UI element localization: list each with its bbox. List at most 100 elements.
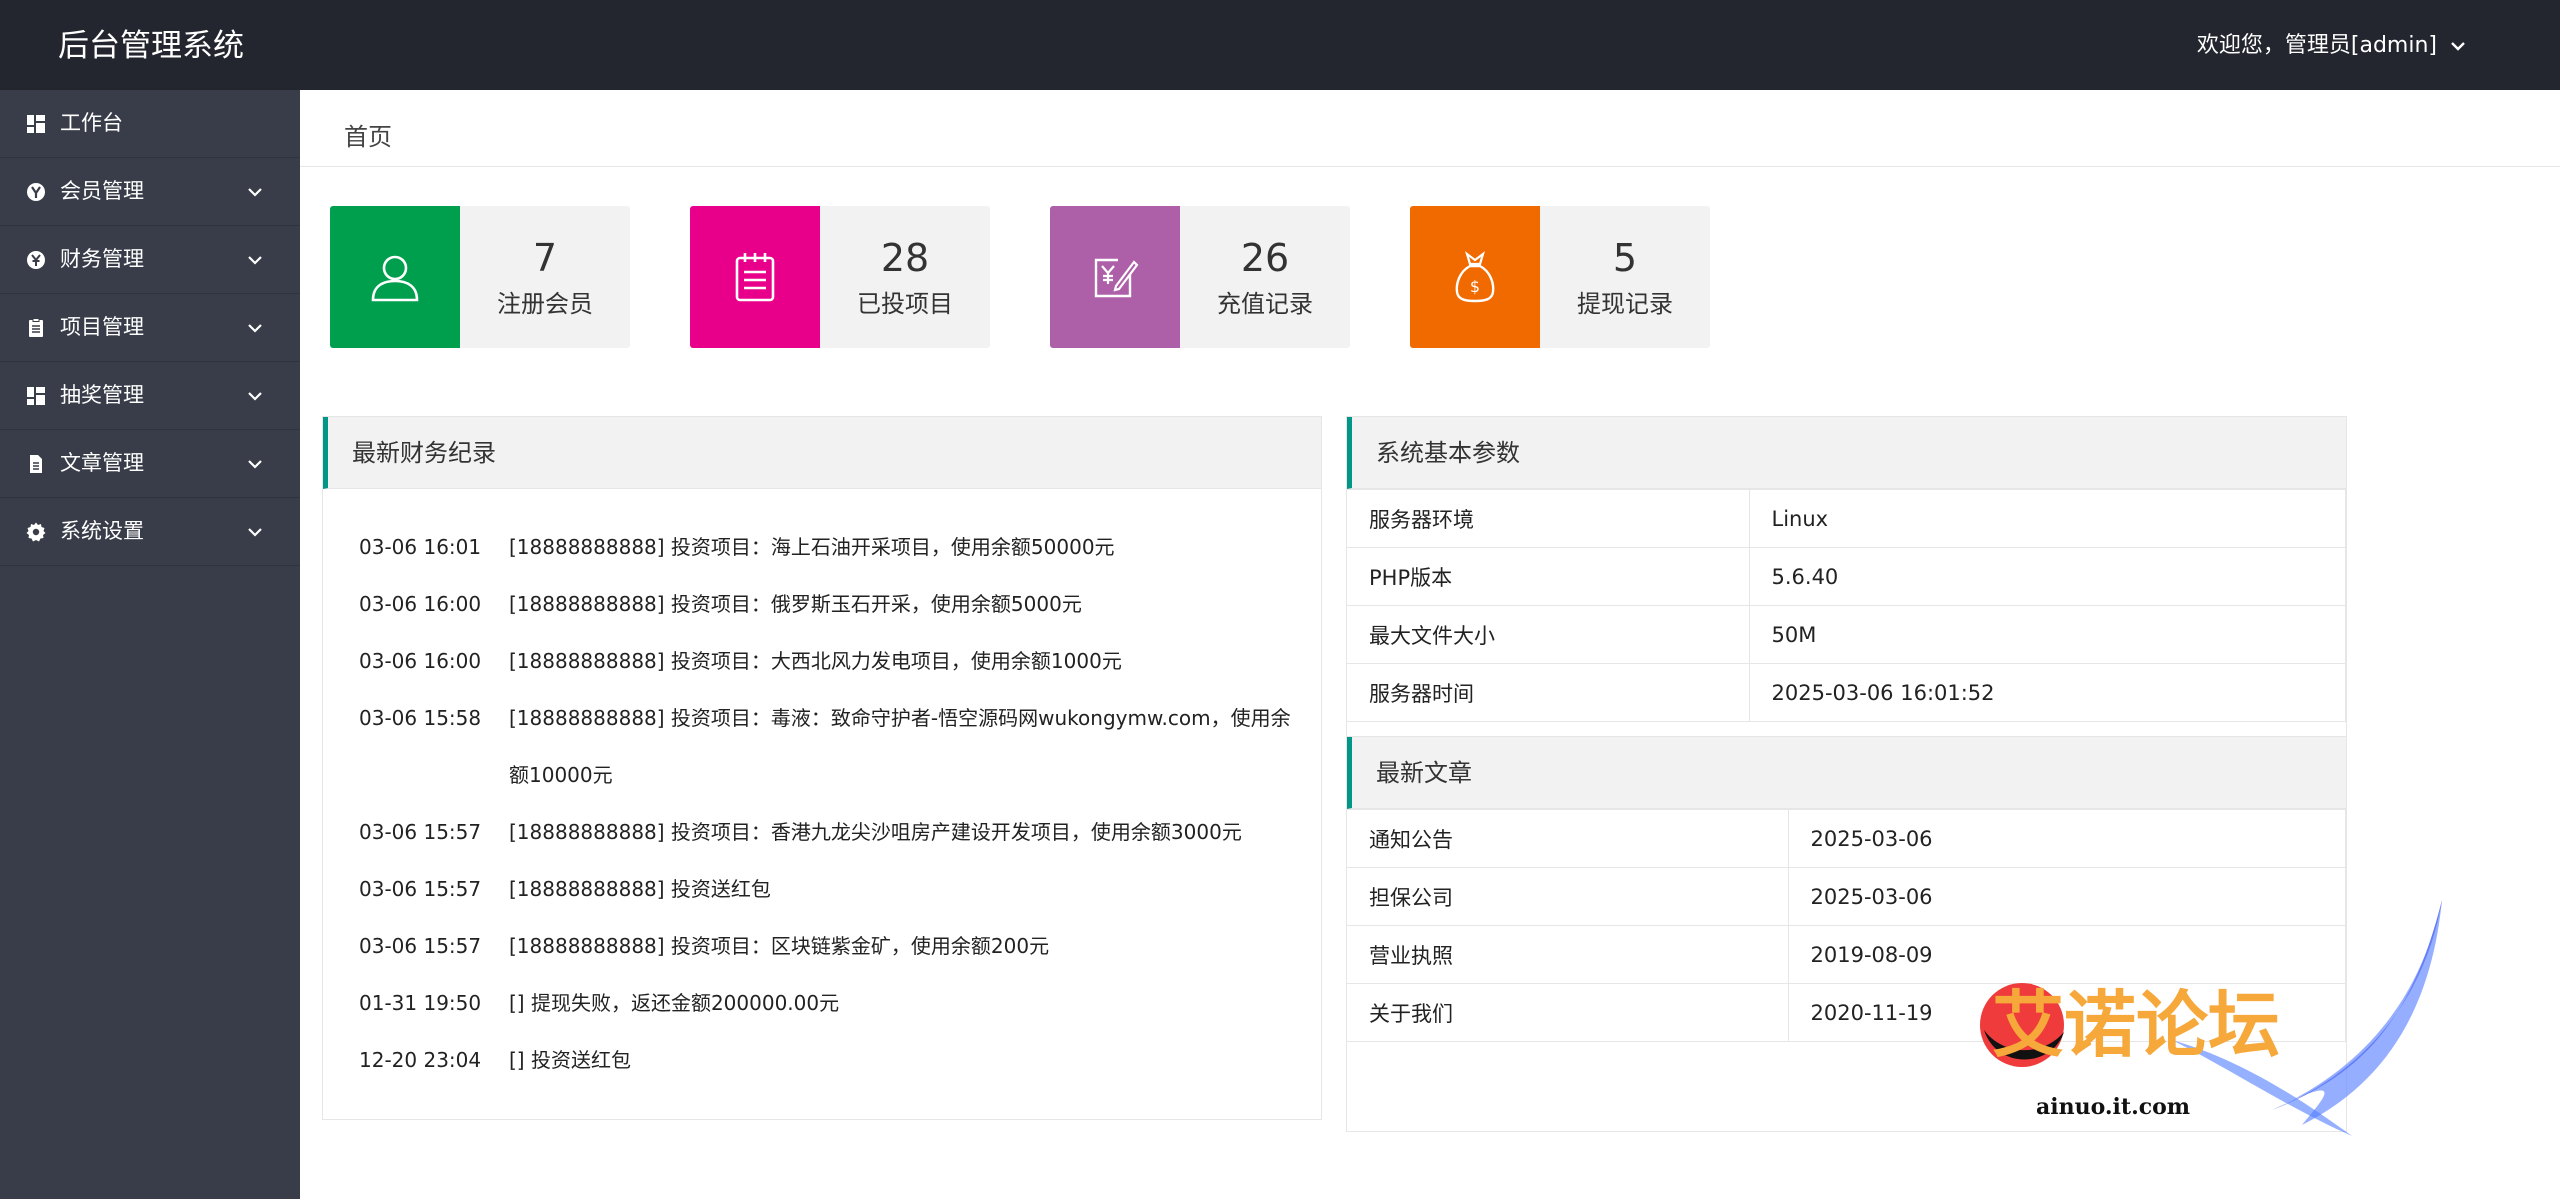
param-key: 服务器时间 bbox=[1347, 663, 1750, 722]
log-text: [] 提现失败，返还金额200000.00元 bbox=[509, 991, 840, 1015]
stat-value: 28 bbox=[880, 236, 930, 280]
panel-title: 最新财务纪录 bbox=[323, 417, 1321, 489]
table-row: PHP版本 5.6.40 bbox=[1347, 547, 2346, 606]
log-text: [] 投资送红包 bbox=[509, 1048, 631, 1072]
log-text: [18888888888] 投资项目：大西北风力发电项目，使用余额1000元 bbox=[509, 649, 1122, 673]
stat-label: 充值记录 bbox=[1217, 290, 1313, 318]
sidebar-item-workbench[interactable]: 工作台 bbox=[0, 90, 300, 158]
table-row: 最大文件大小 50M bbox=[1347, 605, 2346, 664]
stat-label: 已投项目 bbox=[857, 290, 953, 318]
clipboard-icon bbox=[29, 318, 43, 337]
sidebar-item-members[interactable]: 会员管理 bbox=[0, 158, 300, 226]
log-time: 03-06 15:57 bbox=[359, 934, 482, 958]
chevron-down-icon bbox=[248, 392, 262, 401]
watermark-text: 艾诺论坛 bbox=[1992, 982, 2280, 1067]
user-menu[interactable]: 欢迎您，管理员[admin] bbox=[2197, 0, 2466, 90]
stat-value: 26 bbox=[1240, 236, 1290, 280]
notepad-icon bbox=[735, 253, 775, 302]
log-text: [18888888888] 投资项目：香港九龙尖沙咀房产建设开发项目，使用余额3… bbox=[509, 820, 1242, 844]
log-time: 01-31 19:50 bbox=[359, 991, 482, 1015]
sidebar-item-projects[interactable]: 项目管理 bbox=[0, 294, 300, 362]
article-title[interactable]: 关于我们 bbox=[1347, 983, 1789, 1042]
stat-label: 提现记录 bbox=[1577, 290, 1673, 318]
article-title[interactable]: 担保公司 bbox=[1347, 867, 1789, 926]
list-item: 03-06 16:00 [18888888888] 投资项目：大西北风力发电项目，… bbox=[359, 633, 1321, 690]
log-time: 03-06 16:00 bbox=[359, 649, 482, 673]
log-time: 03-06 15:58 bbox=[359, 706, 482, 730]
sidebar-item-label: 抽奖管理 bbox=[60, 383, 144, 407]
yen-icon bbox=[27, 251, 45, 269]
log-time: 03-06 15:57 bbox=[359, 877, 482, 901]
sidebar-item-articles[interactable]: 文章管理 bbox=[0, 430, 300, 498]
stat-icon-box bbox=[690, 206, 820, 348]
chevron-down-icon bbox=[2451, 42, 2465, 51]
recharge-icon bbox=[1094, 258, 1139, 298]
breadcrumb[interactable]: 首页 bbox=[344, 90, 392, 184]
chevron-down-icon bbox=[248, 460, 262, 469]
log-time: 12-20 23:04 bbox=[359, 1048, 482, 1072]
article-title[interactable]: 营业执照 bbox=[1347, 925, 1789, 984]
chevron-down-icon bbox=[248, 324, 262, 333]
panel-title: 最新文章 bbox=[1347, 737, 2346, 809]
log-time: 03-06 15:57 bbox=[359, 820, 482, 844]
watermark-url: ainuo.it.com bbox=[2036, 1094, 2190, 1120]
sidebar-item-label: 系统设置 bbox=[60, 519, 144, 543]
param-key: 服务器环境 bbox=[1347, 489, 1750, 548]
log-text: [18888888888] 投资项目：俄罗斯玉石开采，使用余额5000元 bbox=[509, 592, 1082, 616]
chevron-down-icon bbox=[248, 256, 262, 265]
finance-panel: 最新财务纪录 03-06 16:01 [18888888888] 投资项目：海上石… bbox=[322, 416, 1322, 1120]
list-item: 03-06 15:57 [18888888888] 投资送红包 bbox=[359, 861, 1321, 918]
user-menu-label: 欢迎您，管理员[admin] bbox=[2196, 33, 2437, 58]
log-text: [18888888888] 投资项目：区块链紫金矿，使用余额200元 bbox=[509, 934, 1050, 958]
stat-icon-box bbox=[1050, 206, 1180, 348]
stat-icon-box: $ bbox=[1410, 206, 1540, 348]
sidebar-item-finance[interactable]: 财务管理 bbox=[0, 226, 300, 294]
sidebar-item-settings[interactable]: 系统设置 bbox=[0, 498, 300, 566]
list-item: 03-06 15:57 [18888888888] 投资项目：香港九龙尖沙咀房产建… bbox=[359, 804, 1321, 861]
table-row[interactable]: 通知公告 2025-03-06 bbox=[1347, 809, 2346, 868]
sidebar-item-label: 会员管理 bbox=[60, 179, 144, 203]
system-params-table: 服务器环境 Linux PHP版本 5.6.40 最大文件大小 50M 服务器时间 20… bbox=[1347, 489, 2346, 722]
log-text: [18888888888] 投资项目：海上石油开采项目，使用余额50000元 bbox=[509, 535, 1115, 559]
top-bar: 后台管理系统 欢迎您，管理员[admin] bbox=[0, 0, 2560, 90]
dashboard-icon bbox=[27, 387, 45, 405]
list-item: 03-06 15:58 [18888888888] 投资项目：毒液：致命守护者-悟… bbox=[359, 690, 1321, 804]
stat-card-projects[interactable]: 28 已投项目 bbox=[690, 206, 990, 348]
breadcrumb-bar: 首页 bbox=[300, 90, 2560, 167]
param-value: 2025-03-06 16:01:52 bbox=[1748, 663, 2346, 722]
param-value: 5.6.40 bbox=[1748, 547, 2346, 606]
gear-icon bbox=[26, 522, 46, 542]
sidebar-item-lottery[interactable]: 抽奖管理 bbox=[0, 362, 300, 430]
finance-log-list: 03-06 16:01 [18888888888] 投资项目：海上石油开采项目，使… bbox=[323, 489, 1321, 1089]
param-value: 50M bbox=[1748, 605, 2346, 664]
table-row: 服务器时间 2025-03-06 16:01:52 bbox=[1347, 663, 2346, 722]
log-time: 03-06 16:01 bbox=[359, 535, 482, 559]
document-icon bbox=[30, 455, 42, 473]
chevron-down-icon bbox=[248, 528, 262, 537]
watermark-logo: 艾诺论坛 ainuo.it.com bbox=[1980, 900, 2442, 1136]
article-date: 2025-03-06 bbox=[1787, 809, 2346, 868]
param-key: PHP版本 bbox=[1347, 547, 1750, 606]
list-item: 03-06 16:01 [18888888888] 投资项目：海上石油开采项目，使… bbox=[359, 519, 1321, 576]
dashboard-icon bbox=[27, 115, 45, 133]
stat-label: 注册会员 bbox=[497, 290, 593, 318]
list-item: 03-06 15:57 [18888888888] 投资项目：区块链紫金矿，使用余… bbox=[359, 918, 1321, 975]
list-item: 12-20 23:04 [] 投资送红包 bbox=[359, 1032, 1321, 1089]
stat-value: 5 bbox=[1612, 236, 1638, 280]
user-icon bbox=[371, 255, 419, 302]
panel-title: 系统基本参数 bbox=[1347, 417, 2346, 489]
log-time: 03-06 16:00 bbox=[359, 592, 482, 616]
stat-value: 7 bbox=[532, 236, 558, 280]
list-item: 01-31 19:50 [] 提现失败，返还金额200000.00元 bbox=[359, 975, 1321, 1032]
stat-icon-box bbox=[330, 206, 460, 348]
article-title[interactable]: 通知公告 bbox=[1347, 809, 1789, 868]
sidebar-item-label: 工作台 bbox=[60, 111, 123, 135]
param-key: 最大文件大小 bbox=[1347, 605, 1750, 664]
stat-card-withdrawals[interactable]: $ 5 提现记录 bbox=[1410, 206, 1710, 348]
stat-card-members[interactable]: 7 注册会员 bbox=[330, 206, 630, 348]
list-item: 03-06 16:00 [18888888888] 投资项目：俄罗斯玉石开采，使用… bbox=[359, 576, 1321, 633]
stat-card-recharges[interactable]: 26 充值记录 bbox=[1050, 206, 1350, 348]
sidebar: 工作台 会员管理 财务管理 项目管理 抽奖管理 文章管理 系统设置 bbox=[0, 90, 300, 1199]
log-text: [18888888888] 投资送红包 bbox=[509, 877, 771, 901]
sidebar-item-label: 项目管理 bbox=[60, 315, 144, 339]
